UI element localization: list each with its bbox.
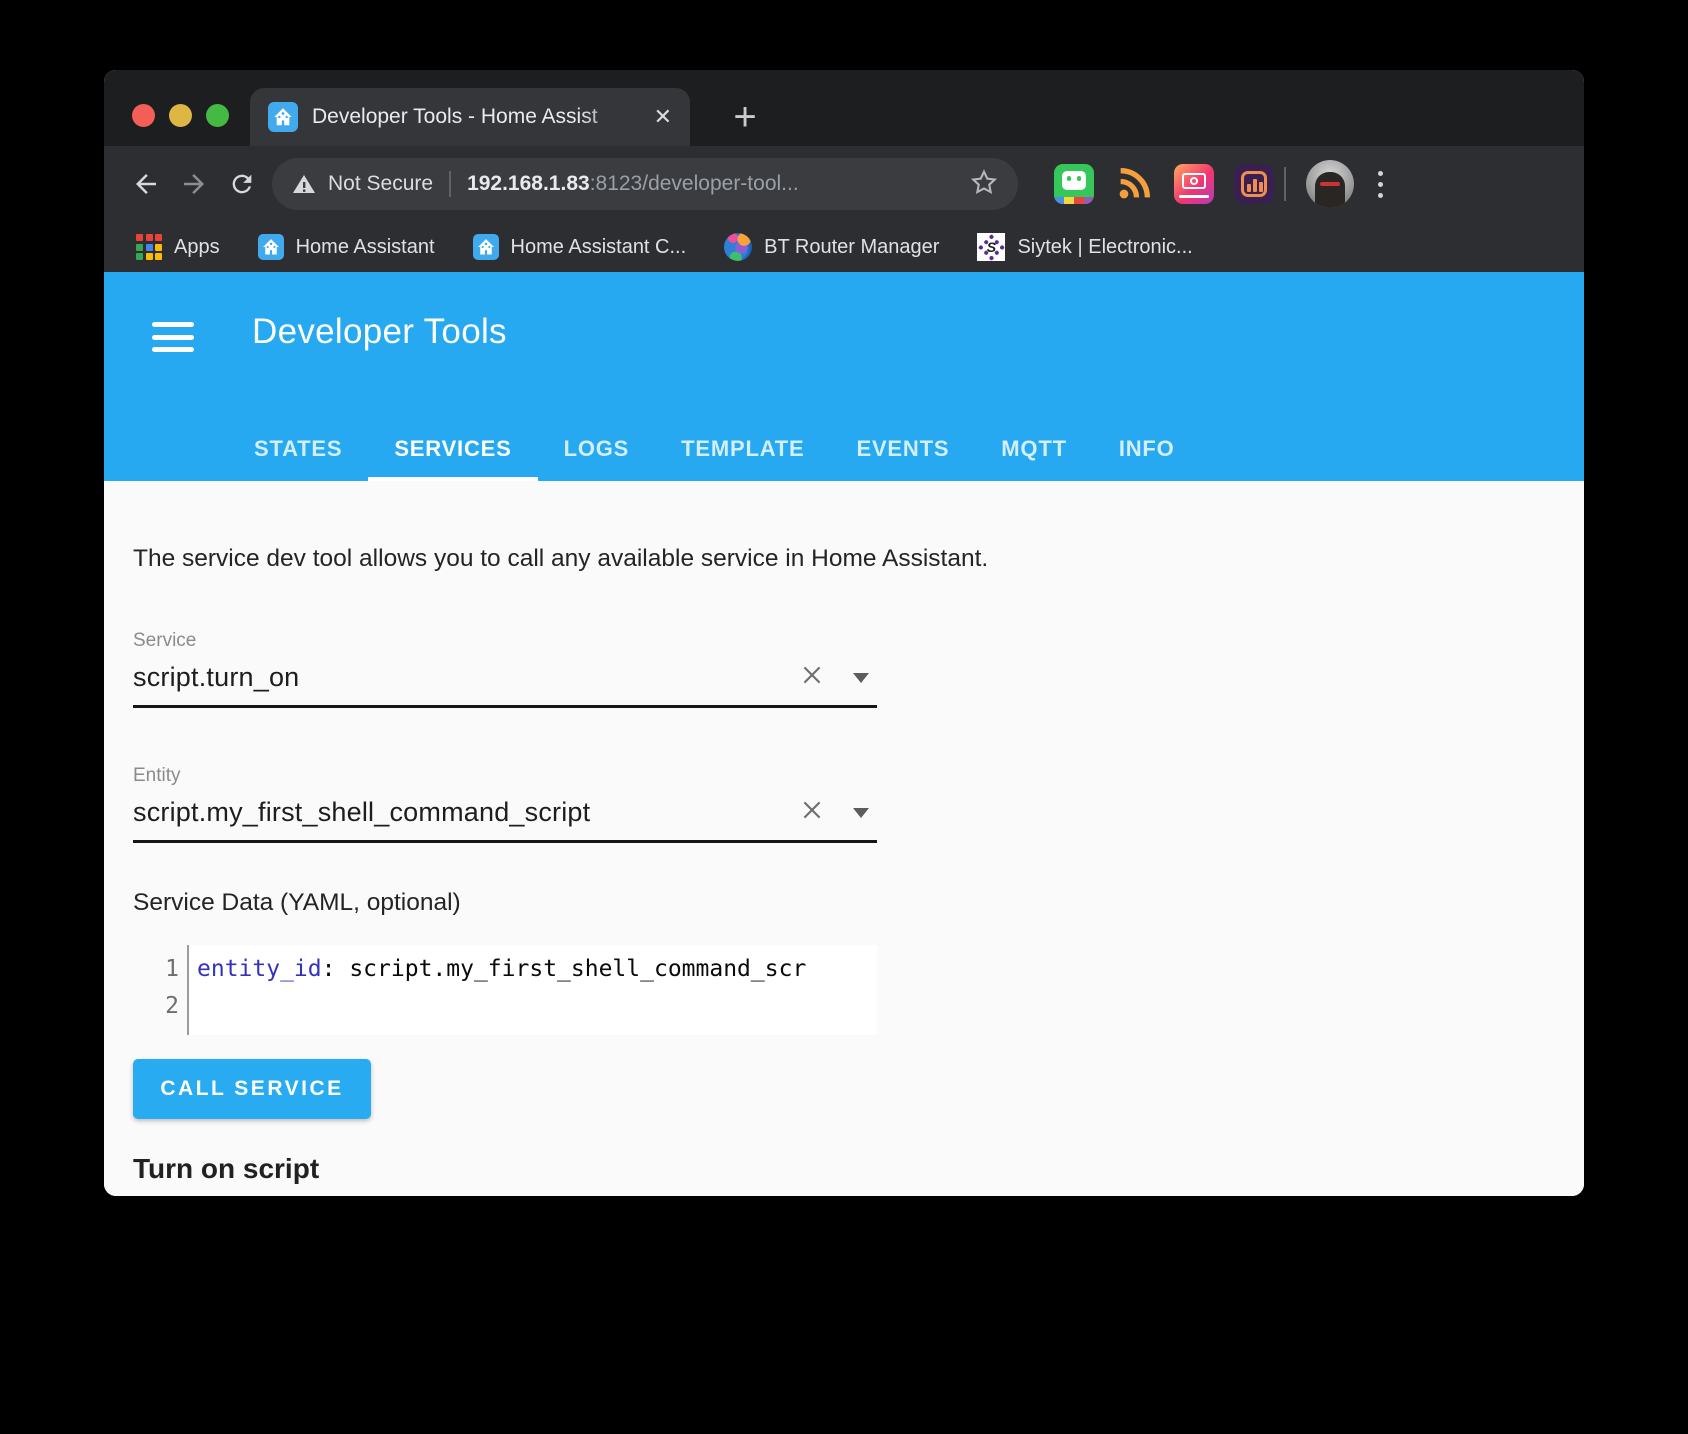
bookmark-label: Home Assistant [295,235,435,258]
desktop-background: Developer Tools - Home Assist ✕ + Not Se… [0,0,1688,1434]
clear-service-icon[interactable] [799,662,825,693]
service-dropdown-caret-icon[interactable] [853,672,869,683]
window-controls [132,104,229,127]
new-tab-button[interactable]: + [722,94,768,140]
bookmark-star-icon[interactable] [970,168,998,201]
url-host: 192.168.1.83 [467,172,590,195]
close-window-button[interactable] [132,104,155,127]
bookmarks-bar: Apps Home Assistant Home Assistant C... … [104,222,1584,272]
profile-avatar[interactable] [1306,160,1354,208]
service-field: Service script.turn_on [133,630,877,708]
bookmark-siytek[interactable]: S Siytek | Electronic... [977,233,1193,261]
ha-tab-strip: STATES SERVICES LOGS TEMPLATE EVENTS MQT… [228,421,1201,481]
tab-title: Developer Tools - Home Assist [312,103,648,131]
service-description-title: Turn on script [133,1153,320,1184]
menu-hamburger-icon[interactable] [152,322,194,352]
service-field-label: Service [133,630,197,651]
clear-entity-icon[interactable] [799,797,825,828]
page-title: Developer Tools [252,312,507,351]
siytek-icon: S [977,233,1006,261]
instagram-camera-extension-icon[interactable] [1174,164,1214,204]
entity-field-label: Entity [133,765,181,786]
reload-button[interactable] [218,160,266,208]
yaml-editor[interactable]: 1 2 entity_id: script.my_first_shell_com… [156,945,877,1035]
tab-info[interactable]: INFO [1093,421,1201,481]
bt-globe-icon [724,233,753,261]
back-button[interactable] [122,160,170,208]
url-path: :8123/developer-tool... [589,172,799,195]
tab-services[interactable]: SERVICES [368,421,538,481]
address-bar[interactable]: Not Secure 192.168.1.83:8123/developer-t… [272,158,1018,210]
rss-feed-extension-icon[interactable] [1114,164,1154,204]
bookmark-home-assistant-c[interactable]: Home Assistant C... [472,234,687,260]
entity-input[interactable]: script.my_first_shell_command_script [133,797,799,828]
line-number: 2 [165,993,179,1019]
line-number: 1 [165,956,179,982]
bookmark-bt-router[interactable]: BT Router Manager [724,233,939,261]
tab-template[interactable]: TEMPLATE [655,421,830,481]
bitmoji-extension-icon[interactable] [1054,164,1094,204]
editor-code-area[interactable]: entity_id: script.my_first_shell_command… [189,945,877,1035]
browser-tab-bar: Developer Tools - Home Assist ✕ + [104,70,1584,146]
bookmark-home-assistant[interactable]: Home Assistant [257,234,435,260]
bookmark-label: Siytek | Electronic... [1017,235,1193,258]
minimize-window-button[interactable] [169,104,192,127]
toolbar-divider [1284,167,1286,201]
bookmark-label: Apps [174,235,220,258]
omnibox-divider [449,171,452,197]
tab-events[interactable]: EVENTS [830,421,975,481]
home-assistant-favicon-icon [268,102,298,132]
ha-app-header: Developer Tools STATES SERVICES LOGS TEM… [104,272,1584,481]
forward-button[interactable] [170,160,218,208]
apps-grid-icon [136,234,162,260]
call-service-button[interactable]: CALL SERVICE [133,1059,371,1119]
intro-text: The service dev tool allows you to call … [133,545,989,572]
analytics-refresh-extension-icon[interactable] [1234,164,1274,204]
tab-logs[interactable]: LOGS [538,421,656,481]
tab-close-icon[interactable]: ✕ [654,106,672,128]
browser-toolbar: Not Secure 192.168.1.83:8123/developer-t… [104,146,1584,222]
service-input[interactable]: script.turn_on [133,662,799,693]
extensions-area [1054,164,1274,204]
code-line-1: entity_id: script.my_first_shell_command… [197,956,807,982]
zoom-window-button[interactable] [206,104,229,127]
tab-mqtt[interactable]: MQTT [975,421,1093,481]
entity-dropdown-caret-icon[interactable] [853,807,869,818]
bookmark-apps[interactable]: Apps [136,234,220,260]
security-label: Not Secure [328,172,434,195]
home-assistant-icon [472,234,499,260]
not-secure-warning-icon [293,175,315,193]
service-data-label: Service Data (YAML, optional) [133,889,461,916]
entity-field: Entity script.my_first_shell_command_scr… [133,765,877,843]
browser-window: Developer Tools - Home Assist ✕ + Not Se… [104,70,1584,1196]
services-panel: The service dev tool allows you to call … [104,481,1584,1196]
browser-tab[interactable]: Developer Tools - Home Assist ✕ [250,88,690,146]
url-text: 192.168.1.83:8123/developer-tool... [467,172,960,196]
bookmark-label: Home Assistant C... [510,235,687,258]
editor-gutter: 1 2 [156,945,189,1035]
tab-states[interactable]: STATES [228,421,368,481]
bookmark-label: BT Router Manager [764,235,940,258]
chrome-menu-icon[interactable] [1372,165,1389,204]
home-assistant-icon [257,234,284,260]
